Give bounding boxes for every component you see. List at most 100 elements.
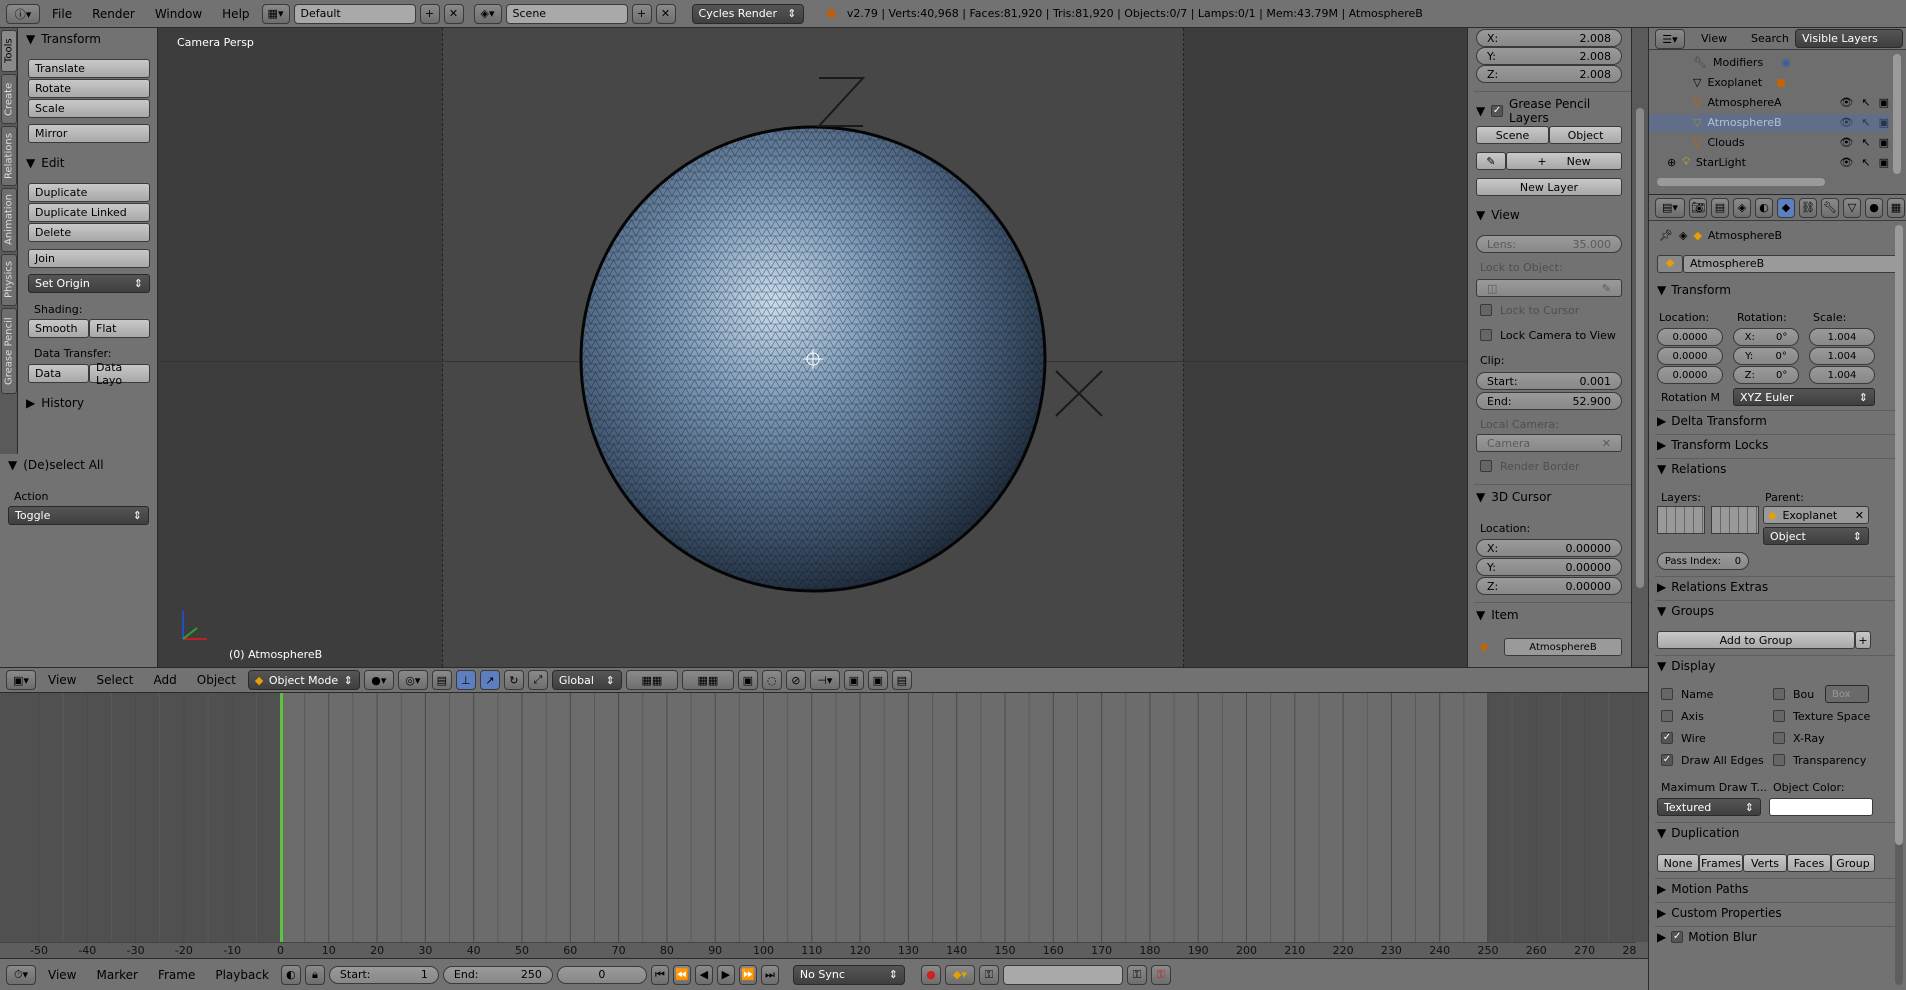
motion-blur-header[interactable]: ▶ ✓ Motion Blur: [1657, 930, 1757, 944]
delta-transform-header[interactable]: ▶ Delta Transform: [1657, 414, 1767, 428]
menu-object[interactable]: Object: [189, 673, 244, 687]
constraints-tab-icon[interactable]: ⛓︎: [1799, 197, 1817, 218]
scale-z-field[interactable]: 1.004: [1809, 366, 1875, 384]
outliner-vscroll[interactable]: [1893, 54, 1901, 174]
list-item[interactable]: ⊕ 💡︎ StarLight 👁︎ ↖ ▣: [1649, 152, 1889, 172]
translate-button[interactable]: Translate: [28, 59, 150, 78]
add-icon[interactable]: +: [1855, 631, 1871, 649]
lock-object-field[interactable]: ◫ ✎: [1476, 279, 1622, 297]
3d-viewport[interactable]: Camera Persp (0) AtmosphereB: [159, 28, 1467, 667]
grease-pencil-checkbox[interactable]: ✓: [1491, 105, 1504, 117]
relations-header[interactable]: ▼ Relations: [1657, 462, 1726, 476]
eye-icon[interactable]: 👁︎: [1839, 156, 1853, 169]
bounds-type-dropdown[interactable]: Box: [1825, 685, 1869, 703]
action-dropdown[interactable]: Toggle ⇕: [8, 506, 149, 525]
menu-render[interactable]: Render: [84, 7, 143, 21]
dup-none-tab[interactable]: None: [1657, 854, 1699, 872]
duplicate-button[interactable]: Duplicate: [28, 183, 150, 202]
timeline-area[interactable]: [0, 693, 1648, 942]
object-tab-icon[interactable]: ◆: [1777, 197, 1795, 218]
name-checkbox[interactable]: [1661, 688, 1673, 700]
pass-index-field[interactable]: Pass Index: 0: [1657, 552, 1749, 570]
rotate-button[interactable]: Rotate: [28, 79, 150, 98]
jump-start-icon[interactable]: ⏮: [650, 964, 669, 985]
keying-icon[interactable]: ◆▾: [944, 964, 975, 985]
sync-dropdown[interactable]: No Sync ⇕: [792, 964, 905, 985]
lock-to-cursor-checkbox[interactable]: [1480, 304, 1492, 316]
join-button[interactable]: Join: [28, 249, 150, 268]
shading-mode-icon[interactable]: ●▾: [363, 670, 394, 690]
editor-type-button[interactable]: ▣▾: [6, 670, 36, 690]
data-tab-icon[interactable]: ▽: [1843, 197, 1861, 218]
scale-x-field[interactable]: X: 2.008: [1476, 29, 1622, 47]
relations-extras-header[interactable]: ▶ Relations Extras: [1657, 580, 1768, 594]
operator-panel-header[interactable]: ▼ (De)select All: [8, 458, 104, 472]
camera-icon[interactable]: ▣: [1879, 136, 1889, 149]
add-scene-icon[interactable]: +: [631, 3, 652, 24]
layout-field[interactable]: Default: [293, 3, 416, 24]
material-tab-icon[interactable]: ●: [1865, 197, 1883, 218]
cursor-z-field[interactable]: Z: 0.00000: [1476, 577, 1622, 595]
motion-paths-header[interactable]: ▶ Motion Paths: [1657, 882, 1748, 896]
tab-object[interactable]: Object: [1549, 126, 1622, 144]
new-layer-button[interactable]: New Layer: [1476, 178, 1622, 196]
layers-grid-2-icon[interactable]: ▦▦: [681, 670, 734, 690]
tab-grease-pencil[interactable]: Grease Pencil: [1, 308, 17, 394]
pointer-icon[interactable]: ↖: [1861, 96, 1870, 109]
edit-panel-header[interactable]: ▼ Edit: [26, 156, 64, 170]
record-icon[interactable]: ●: [920, 964, 941, 985]
menu-help[interactable]: Help: [214, 7, 257, 21]
custom-properties-header[interactable]: ▶ Custom Properties: [1657, 906, 1782, 920]
end-frame-field[interactable]: End: 250: [442, 965, 553, 984]
list-item[interactable]: ▽ Exoplanet ●: [1649, 72, 1889, 92]
clear-icon[interactable]: ✕: [1855, 509, 1864, 522]
set-origin-dropdown[interactable]: Set Origin ⇕: [28, 274, 150, 293]
scale-y-field[interactable]: 1.004: [1809, 347, 1875, 365]
npanel-scrollbar[interactable]: [1631, 28, 1648, 667]
remove-layout-icon[interactable]: ✕: [443, 3, 464, 24]
editor-type-button[interactable]: ☰▾: [1655, 29, 1685, 49]
dup-frames-tab[interactable]: Frames: [1699, 854, 1743, 872]
play-icon[interactable]: ▶: [716, 964, 735, 985]
keying-set-field[interactable]: [1002, 964, 1123, 985]
tab-physics[interactable]: Physics: [1, 254, 17, 306]
scale-z-field[interactable]: Z: 2.008: [1476, 65, 1622, 83]
sphere-object[interactable]: [579, 125, 1049, 596]
3d-cursor-panel-header[interactable]: ▼ 3D Cursor: [1476, 490, 1551, 504]
corner-grip[interactable]: [1636, 942, 1648, 958]
translate-manipulator-icon[interactable]: ↗: [479, 670, 500, 690]
play-reverse-icon[interactable]: ◀: [694, 964, 713, 985]
cursor-y-field[interactable]: Y: 0.00000: [1476, 558, 1622, 576]
outliner-hscroll[interactable]: [1657, 178, 1825, 186]
tab-create[interactable]: Create: [1, 74, 17, 124]
menu-search[interactable]: Search: [1751, 32, 1789, 45]
pointer-icon[interactable]: ↖: [1861, 136, 1870, 149]
scene-layers-grid-icon[interactable]: ▦▦: [625, 670, 678, 690]
menu-add[interactable]: Add: [146, 673, 185, 687]
layers-grid-a[interactable]: [1657, 506, 1705, 534]
duplication-header[interactable]: ▼ Duplication: [1657, 826, 1739, 840]
parent-type-dropdown[interactable]: Object ⇕: [1763, 527, 1869, 545]
jump-end-icon[interactable]: ⏭: [760, 964, 779, 985]
dup-faces-tab[interactable]: Faces: [1787, 854, 1831, 872]
start-frame-field[interactable]: Start: 1: [328, 965, 439, 984]
camera-icon[interactable]: ▣: [1879, 96, 1889, 109]
max-draw-dropdown[interactable]: Textured ⇕: [1657, 798, 1761, 816]
properties-scrollbar[interactable]: [1895, 225, 1903, 985]
new-button[interactable]: + New: [1506, 152, 1622, 170]
menu-select[interactable]: Select: [88, 673, 141, 687]
lock-layers-icon[interactable]: ▣: [737, 670, 758, 690]
cursor-x-field[interactable]: X: 0.00000: [1476, 539, 1622, 557]
menu-view[interactable]: View: [40, 968, 84, 982]
lock-range-icon[interactable]: 🔒︎: [304, 964, 325, 985]
groups-header[interactable]: ▼ Groups: [1657, 604, 1714, 618]
scrollbar-thumb[interactable]: [1895, 225, 1903, 845]
modifiers-tab-icon[interactable]: 🔧︎: [1821, 197, 1839, 218]
pin-icon[interactable]: 📌︎: [1659, 229, 1673, 242]
texture-tab-icon[interactable]: ▦: [1887, 197, 1905, 218]
menu-frame[interactable]: Frame: [150, 968, 203, 982]
current-frame-field[interactable]: 0: [556, 965, 647, 984]
list-item[interactable]: ▽ AtmosphereA 👁︎ ↖ ▣: [1649, 92, 1889, 112]
tab-animation[interactable]: Animation: [1, 188, 17, 252]
object-name-field[interactable]: AtmosphereB: [1683, 255, 1897, 273]
